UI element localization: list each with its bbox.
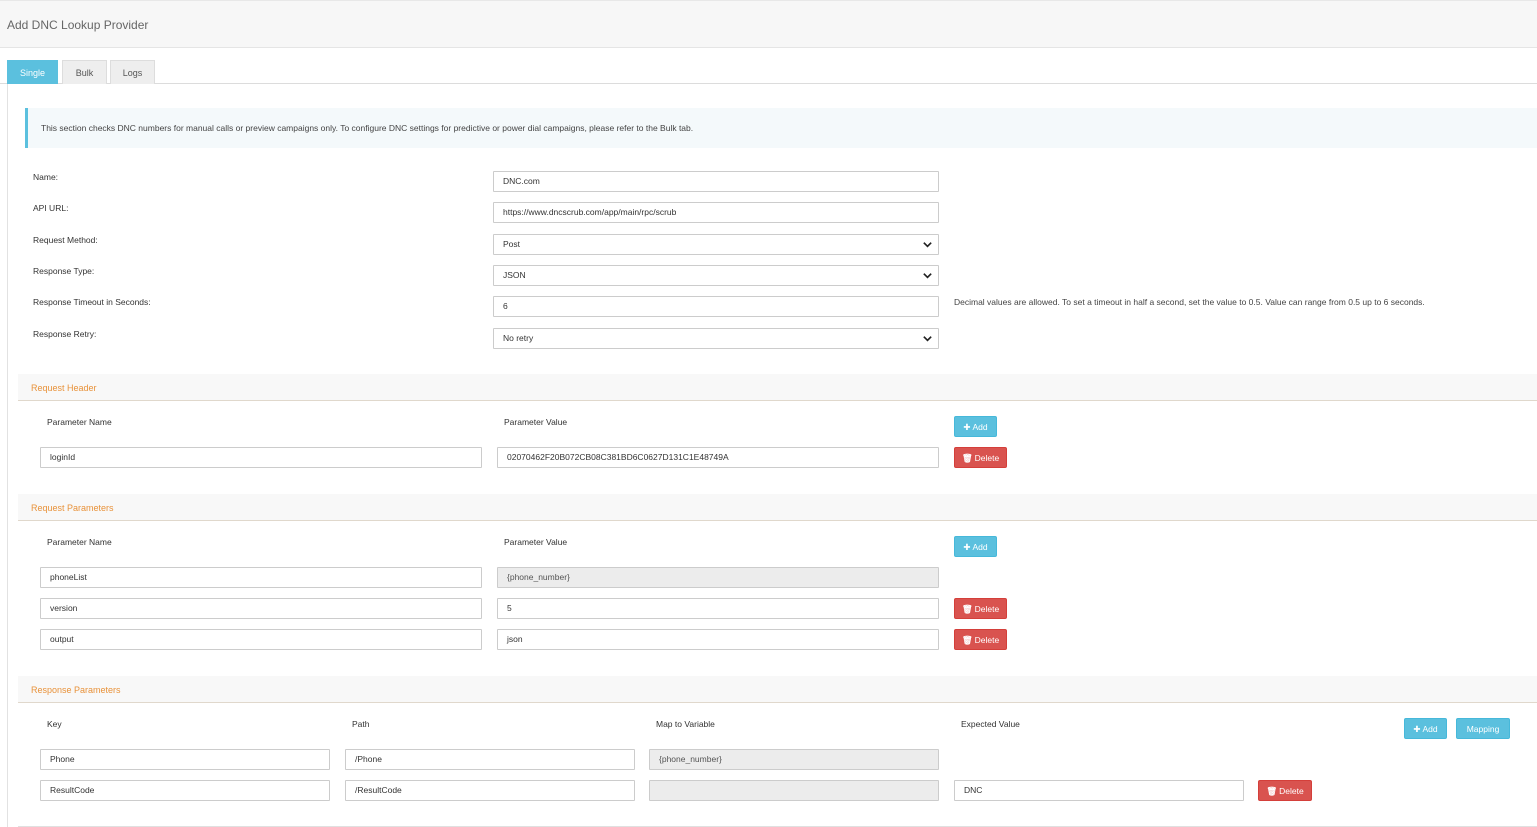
- params-add-label: Add: [972, 542, 988, 552]
- response-key-heading: Key: [47, 719, 62, 729]
- header-add-button[interactable]: ✚ Add: [954, 416, 997, 437]
- trash-icon: 🗑: [961, 635, 973, 645]
- tab-bulk[interactable]: Bulk: [62, 60, 107, 84]
- retry-label: Response Retry:: [33, 329, 97, 339]
- plus-icon: ✚: [1413, 724, 1421, 734]
- mapping-button[interactable]: Mapping: [1456, 718, 1510, 739]
- param-name-input[interactable]: output: [40, 629, 482, 650]
- chevron-down-icon: [923, 242, 932, 248]
- response-params-title: Response Parameters: [31, 685, 121, 695]
- response-map-heading: Map to Variable: [656, 719, 715, 729]
- request-params-title: Request Parameters: [31, 503, 114, 513]
- info-alert: This section checks DNC numbers for manu…: [25, 108, 1537, 148]
- response-add-label: Add: [1422, 724, 1438, 734]
- request-header-section: Request Header: [18, 374, 1537, 401]
- response-type-value: JSON: [503, 270, 526, 280]
- timeout-hint: Decimal values are allowed. To set a tim…: [954, 297, 1425, 307]
- response-type-label: Response Type:: [33, 266, 95, 276]
- page-title: Add DNC Lookup Provider: [7, 18, 149, 32]
- param-delete-label: Delete: [974, 604, 1000, 614]
- request-params-section: Request Parameters: [18, 494, 1537, 521]
- param-value-input: {phone_number}: [497, 567, 939, 588]
- retry-select[interactable]: No retry: [493, 328, 939, 349]
- param-value-input[interactable]: json: [497, 629, 939, 650]
- plus-icon: ✚: [963, 422, 971, 432]
- request-method-value: Post: [503, 239, 521, 249]
- params-value-heading: Parameter Value: [504, 537, 568, 547]
- timeout-label: Response Timeout in Seconds:: [33, 297, 151, 307]
- response-type-select[interactable]: JSON: [493, 265, 939, 286]
- chevron-down-icon: [923, 336, 932, 342]
- tab-single[interactable]: Single: [7, 60, 58, 84]
- trash-icon: 🗑: [1266, 786, 1278, 796]
- request-method-label: Request Method:: [33, 235, 98, 245]
- info-text: This section checks DNC numbers for manu…: [41, 123, 694, 133]
- trash-icon: 🗑: [961, 453, 973, 463]
- chevron-down-icon: [923, 273, 932, 279]
- response-key-input[interactable]: Phone: [40, 749, 330, 770]
- header-param-value-heading: Parameter Value: [504, 417, 568, 427]
- header-add-label: Add: [972, 422, 988, 432]
- header-param-name-heading: Parameter Name: [47, 417, 112, 427]
- header-param-name-input[interactable]: loginId: [40, 447, 482, 468]
- response-add-button[interactable]: ✚ Add: [1404, 718, 1447, 739]
- response-path-input[interactable]: /Phone: [345, 749, 635, 770]
- response-expected-input[interactable]: DNC: [954, 780, 1244, 801]
- params-add-button[interactable]: ✚ Add: [954, 536, 997, 557]
- name-input[interactable]: DNC.com: [493, 171, 939, 192]
- params-name-heading: Parameter Name: [47, 537, 112, 547]
- header-delete-button[interactable]: 🗑 Delete: [954, 447, 1007, 468]
- response-params-section: Response Parameters: [18, 676, 1537, 703]
- response-map-input: [649, 780, 939, 801]
- response-path-heading: Path: [352, 719, 370, 729]
- response-delete-button[interactable]: 🗑 Delete: [1258, 780, 1312, 801]
- tab-bar: Single Bulk Logs: [0, 60, 1537, 84]
- page-header: Add DNC Lookup Provider: [0, 0, 1537, 48]
- api-url-input[interactable]: https://www.dncscrub.com/app/main/rpc/sc…: [493, 202, 939, 223]
- retry-value: No retry: [503, 333, 534, 343]
- param-value-input[interactable]: 5: [497, 598, 939, 619]
- response-map-input: {phone_number}: [649, 749, 939, 770]
- trash-icon: 🗑: [961, 604, 973, 614]
- response-expected-heading: Expected Value: [961, 719, 1020, 729]
- name-label: Name:: [33, 172, 59, 182]
- param-name-input[interactable]: phoneList: [40, 567, 482, 588]
- param-delete-button[interactable]: 🗑 Delete: [954, 629, 1007, 650]
- timeout-input[interactable]: 6: [493, 296, 939, 317]
- api-url-label: API URL:: [33, 203, 69, 213]
- param-name-input[interactable]: version: [40, 598, 482, 619]
- header-delete-label: Delete: [974, 453, 1000, 463]
- plus-icon: ✚: [963, 542, 971, 552]
- request-method-select[interactable]: Post: [493, 234, 939, 255]
- param-delete-button[interactable]: 🗑 Delete: [954, 598, 1007, 619]
- request-header-title: Request Header: [31, 383, 97, 393]
- response-path-input[interactable]: /ResultCode: [345, 780, 635, 801]
- response-delete-label: Delete: [1279, 786, 1304, 796]
- tab-logs[interactable]: Logs: [110, 60, 155, 84]
- response-key-input[interactable]: ResultCode: [40, 780, 330, 801]
- header-param-value-input[interactable]: 02070462F20B072CB08C381BD6C0627D131C1E48…: [497, 447, 939, 468]
- param-delete-label: Delete: [974, 635, 1000, 645]
